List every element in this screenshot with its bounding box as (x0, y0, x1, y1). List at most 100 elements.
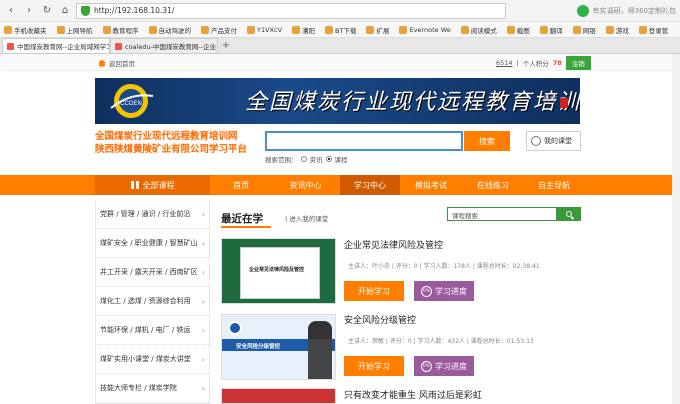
course-title[interactable]: 只有改变才能重生 风雨过后是彩虹 (344, 388, 482, 401)
org-title: 全国煤炭行业现代远程教育培训网 陕西陕煤黄陵矿业有限公司学习平台 (95, 131, 248, 155)
nav-item[interactable]: 自主导航 (524, 175, 584, 195)
title-underline (221, 226, 271, 228)
bookmark-item[interactable]: 阅读模式 (460, 25, 497, 35)
chevron-right-icon: › (201, 267, 205, 277)
start-learning-button[interactable]: 开始学习 (344, 356, 404, 376)
my-class-link[interactable]: | 进入我的课堂 (285, 213, 328, 223)
refresh-icon[interactable]: ↻ (40, 4, 54, 18)
site-top-bar: 返回首页 6514 | 个人积分 78 注销 (0, 54, 680, 71)
page-scrollbar[interactable] (672, 54, 680, 404)
url-input[interactable]: http://192.168.10.31/ (76, 2, 506, 19)
chevron-right-icon: › (201, 383, 205, 393)
course-thumbnail[interactable] (221, 388, 336, 404)
course-meta: 主讲人：叶小忠 | 评分：0 | 学习人数：178人 | 课程总时长：02:38… (348, 263, 540, 270)
browser-tab[interactable]: coaledu-中国煤炭教育网--企业 × (110, 38, 218, 53)
home-icon[interactable]: ⌂ (58, 4, 72, 18)
nav-item[interactable]: 首页 (211, 175, 271, 195)
course-thumbnail[interactable]: 安全风险分级管控 (221, 314, 336, 380)
user-info: 6514 | 个人积分 78 注销 (496, 56, 591, 70)
sidebar-item[interactable]: 党群 / 管理 / 通识 / 行业前沿 › (96, 200, 209, 229)
bookmark-icon (506, 25, 515, 34)
favicon-icon (115, 42, 122, 50)
new-tab-icon[interactable]: + (218, 38, 234, 53)
my-class-button[interactable]: 我的课堂 (526, 131, 581, 151)
nav-item[interactable]: 在线练习 (462, 175, 524, 195)
home-link[interactable]: 返回首页 (98, 58, 135, 68)
banner-signature: 袁纯 (542, 95, 556, 103)
nav-item[interactable]: 资讯中心 (271, 175, 340, 195)
user-icon (531, 136, 541, 146)
bookmark-item[interactable]: 游戏 (605, 25, 629, 35)
bookmark-icon (366, 25, 375, 34)
tab-bar: 中国煤炭教育网--企业局域网学习 × coaledu-中国煤炭教育网--企业 ×… (0, 38, 680, 54)
bookmark-icon (4, 25, 12, 34)
course-title[interactable]: 安全风险分级管控 (344, 313, 416, 326)
chevron-right-icon: › (201, 325, 205, 335)
bookmark-item[interactable]: 网银 (572, 25, 596, 35)
sidebar-item[interactable]: 节能环保 / 煤机 / 电厂 / 铁运 › (96, 316, 209, 345)
bookmark-item[interactable]: 自动驾驶的 (148, 25, 191, 35)
browser-tab[interactable]: 中国煤炭教育网--企业局域网学习 × (2, 38, 110, 53)
bookmark-icon (460, 25, 469, 34)
bookmarks-bar: 手机收藏夹 上网导航 教育程序 自动驾驶的 产品支付 Y1VXcV 漕阳 BT下载 扩展 Ever… (0, 22, 680, 38)
banner-title: 全国煤炭行业现代远程教育培训网 (245, 90, 580, 115)
points-label: 个人积分 (522, 60, 549, 68)
bookmark-item[interactable]: 截图 (506, 25, 530, 35)
sidebar-item[interactable]: 煤矿实用小课堂 / 煤炭大讲堂 › (96, 345, 209, 374)
site-banner: CCOEN 全国煤炭行业现代远程教育培训网 袁纯 (95, 78, 580, 124)
bookmark-icon (605, 25, 614, 34)
course-thumbnail[interactable]: 企业常见法律风险及管控 (221, 238, 336, 304)
recent-title: 最近在学 (221, 213, 263, 225)
progress-button[interactable]: 0% 学习进度 (414, 356, 474, 376)
course-search-input[interactable]: 课程搜索 (447, 207, 557, 221)
bookmark-item[interactable]: BT下载 (325, 25, 356, 35)
chevron-right-icon: › (201, 209, 205, 219)
nav-item[interactable]: 学习中心 (340, 175, 400, 195)
course-meta: 主讲人：贺敏 | 评分：0 | 学习人数：432人 | 课程总时长：01:53:… (348, 338, 534, 345)
bookmark-icon (102, 25, 111, 34)
nav-item[interactable]: 模拟考试 (400, 175, 462, 195)
all-courses-menu[interactable]: 全部课程 (95, 175, 210, 195)
search-input[interactable] (265, 131, 463, 151)
bookmark-icon (638, 25, 647, 34)
back-icon[interactable]: ‹ (4, 4, 18, 18)
bookmark-icon (201, 25, 209, 34)
bookmark-item[interactable]: Evernote We (399, 25, 451, 34)
url-text: http://192.168.10.31/ (94, 6, 175, 15)
bookmark-item[interactable]: 教育程序 (102, 25, 139, 35)
progress-button[interactable]: 0% 学习进度 (414, 281, 474, 301)
sidebar-item[interactable]: 煤化工 / 选煤 / 资源综合利用 › (96, 287, 209, 316)
scope-radio-news[interactable] (300, 156, 307, 162)
chevron-right-icon: › (201, 296, 205, 306)
forward-icon[interactable]: › (22, 4, 36, 18)
search-scope: 搜索范围： 资讯 课程 (265, 156, 348, 164)
sidebar-item[interactable]: 技能大师专栏 / 煤炭学院 › (96, 374, 209, 403)
house-icon (98, 59, 106, 67)
logout-button[interactable]: 注销 (565, 56, 591, 70)
bookmark-item[interactable]: 手机收藏夹 (4, 25, 47, 35)
chevron-right-icon: › (201, 354, 205, 364)
bookmark-item[interactable]: 登录管 (638, 25, 668, 35)
browser-address-bar: ‹ › ↻ ⌂ http://192.168.10.31/ 有实调研，得360定… (0, 0, 680, 22)
course-search-button[interactable] (557, 207, 581, 221)
nav-items: 首页 资讯中心 学习中心 模拟考试 在线练习 自主导航 (211, 175, 584, 195)
bookmark-icon (539, 25, 548, 34)
ccoen-logo: CCOEN (110, 84, 154, 118)
bookmark-item[interactable]: 漕阳 (292, 25, 315, 35)
bookmark-item[interactable]: Y1VXcV (247, 25, 282, 34)
course-title[interactable]: 企业常见法律风险及管控 (344, 238, 443, 251)
bookmark-item[interactable]: 上网导航 (56, 25, 93, 35)
user-id[interactable]: 6514 (496, 59, 513, 67)
grid-icon (130, 181, 139, 189)
scope-radio-course[interactable] (325, 156, 332, 162)
points-value: 78 (552, 59, 562, 67)
start-learning-button[interactable]: 开始学习 (344, 281, 404, 301)
bookmark-item[interactable]: 扩展 (366, 25, 389, 35)
search-button[interactable]: 搜索 (464, 131, 510, 151)
sidebar-item[interactable]: 井工开采 / 露天开采 / 西南矿区 › (96, 258, 209, 287)
search-hint[interactable]: 有实调研，得360定制礼包 (510, 4, 676, 17)
emblem-icon (228, 321, 242, 335)
bookmark-item[interactable]: 翻译 (539, 25, 563, 35)
sidebar-item[interactable]: 煤矿安全 / 职业健康 / 智慧矿山 › (96, 229, 209, 258)
bookmark-item[interactable]: 产品支付 (201, 25, 237, 35)
